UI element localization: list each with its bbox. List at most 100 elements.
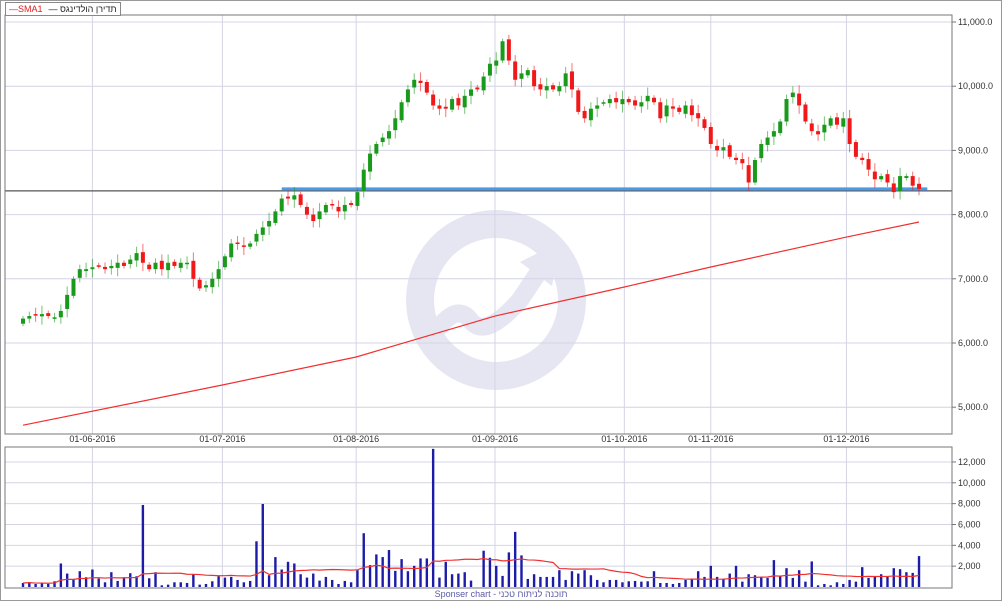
candle-body [172, 261, 177, 266]
volume-bar [495, 565, 498, 587]
volume-bar [469, 580, 473, 587]
candle-body [652, 97, 656, 103]
candle-body [134, 253, 139, 261]
price-tick-label: 5,000.0 [958, 402, 988, 412]
volume-bar [614, 579, 618, 587]
volume-bar [255, 541, 258, 587]
candle-body [670, 106, 675, 109]
volume-bar [785, 568, 788, 587]
candle-body [27, 316, 32, 319]
volume-bar [375, 554, 378, 587]
candle-body [298, 194, 303, 205]
volume-bar [715, 576, 719, 587]
candle-body [834, 117, 839, 125]
volume-bar [261, 503, 264, 587]
candle-body [607, 99, 612, 104]
volume-bar [166, 584, 170, 587]
volume-bar [507, 552, 511, 587]
volume-bar [97, 578, 100, 587]
candle-body [683, 105, 688, 114]
candle-body [210, 278, 215, 288]
candle-body [740, 159, 745, 164]
volume-bar [684, 579, 687, 587]
candle-body [361, 169, 366, 192]
candle-body [898, 176, 903, 192]
candle-body [715, 145, 720, 151]
candle-body [576, 90, 581, 112]
candle-body [159, 260, 164, 270]
volume-tick-label: 6,000 [958, 519, 981, 529]
volume-bar [640, 581, 643, 587]
candle-body [103, 266, 108, 270]
volume-bar [457, 573, 460, 587]
volume-bar [381, 557, 384, 587]
price-tick-label: 11,000.0 [958, 17, 992, 27]
candle-body [639, 102, 644, 107]
candle-body [759, 143, 764, 159]
volume-bar [867, 577, 870, 587]
candle-body [778, 121, 783, 134]
legend-series: — תדירן הולדינגס [48, 4, 117, 14]
volume-bar [747, 574, 750, 587]
candle-body [355, 192, 360, 206]
volume-bar [444, 561, 447, 587]
volume-bar [488, 557, 492, 587]
candle-body [140, 252, 145, 263]
candle-body [462, 95, 467, 108]
candle-body [84, 269, 89, 272]
volume-bar [722, 578, 725, 587]
candle-body [853, 142, 858, 157]
volume-bar [911, 572, 914, 587]
candle-body [790, 92, 795, 98]
candle-body [847, 118, 852, 144]
volume-bar [198, 584, 201, 587]
candle-body [121, 262, 126, 266]
volume-bar [898, 569, 902, 587]
volume-bar [362, 533, 365, 587]
candle-body [809, 123, 814, 132]
candle-body [443, 106, 448, 109]
volume-bar [173, 582, 176, 587]
volume-bar [236, 579, 239, 587]
volume-bar [596, 579, 599, 587]
candle-body [689, 105, 694, 116]
volume-bar [734, 565, 738, 587]
candle-body [304, 206, 309, 215]
volume-bar [892, 568, 895, 587]
volume-bar [652, 571, 656, 587]
volume-bar [230, 576, 233, 587]
volume-bar [709, 565, 712, 587]
volume-bar [116, 580, 119, 587]
volume-bar [526, 578, 529, 587]
candle-body [185, 262, 190, 265]
legend: —SMA1 — תדירן הולדינגס [5, 2, 121, 16]
candle-body [734, 157, 739, 161]
volume-bar [842, 583, 845, 587]
candle-body [336, 206, 341, 212]
volume-bar [450, 574, 454, 587]
date-tick-label: 01-10-2016 [601, 434, 647, 444]
price-tick-label: 10,000.0 [958, 81, 993, 91]
candle-body [216, 269, 221, 279]
candle-body [380, 137, 385, 143]
candle-body [58, 310, 63, 318]
volume-bar [577, 573, 580, 587]
candle-body [601, 102, 606, 104]
volume-bar [545, 576, 548, 587]
candle-body [746, 165, 751, 183]
volume-bar [21, 582, 25, 587]
candle-body [797, 93, 802, 106]
candle-body [96, 265, 101, 267]
candle-body [500, 41, 505, 61]
candle-body [727, 145, 732, 157]
volume-bar [293, 563, 296, 587]
candle-body [323, 204, 328, 213]
volume-bar [678, 582, 681, 587]
candle-body [399, 102, 404, 121]
candle-body [582, 110, 587, 119]
candle-body [153, 262, 158, 270]
candle-body [317, 211, 322, 220]
candle-body [418, 80, 423, 83]
volume-bar [286, 561, 290, 587]
volume-bar [539, 576, 542, 587]
